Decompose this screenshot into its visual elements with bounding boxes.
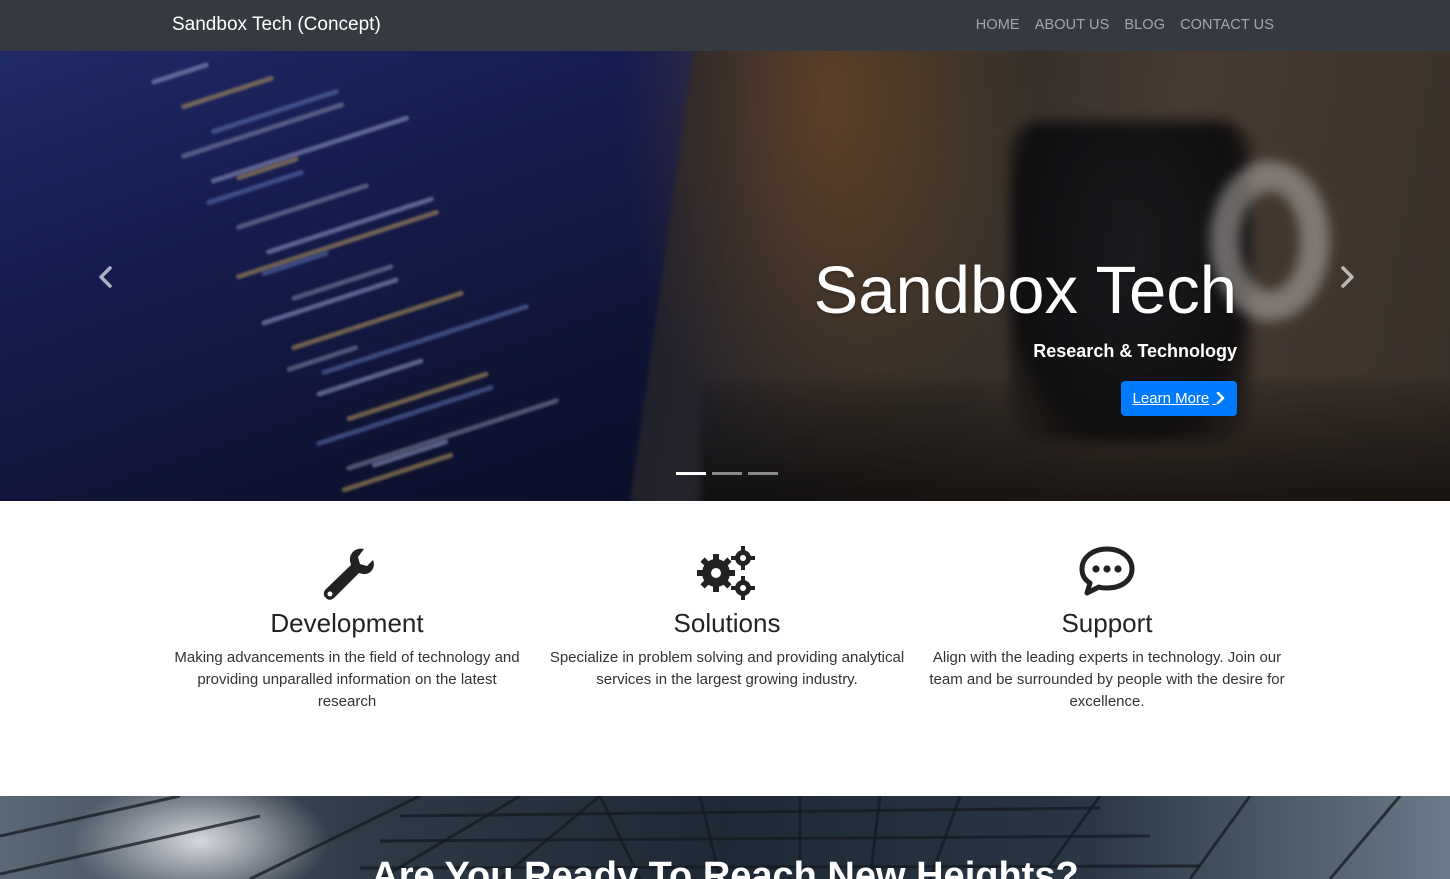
nav-link-home[interactable]: HOME xyxy=(976,16,1020,34)
learn-more-label: Learn More xyxy=(1132,390,1210,407)
carousel-indicator-1[interactable] xyxy=(676,472,706,475)
carousel-indicators xyxy=(676,472,778,475)
cta-section: Are You Ready To Reach New Heights? xyxy=(0,796,1450,879)
nav-link-about-us[interactable]: ABOUT US xyxy=(1035,16,1110,34)
feature-title: Support xyxy=(1061,608,1153,638)
feature-description: Making advancements in the field of tech… xyxy=(174,649,520,710)
hero-carousel: Sandbox Tech Research & Technology Learn… xyxy=(0,51,1450,501)
hero-subtitle: Research & Technology xyxy=(1033,341,1237,361)
nav-link-contact-us[interactable]: CONTACT US xyxy=(1180,16,1274,34)
carousel-indicator-2[interactable] xyxy=(712,472,742,475)
nav-links: HOME ABOUT US BLOG CONTACT US xyxy=(976,16,1274,34)
carousel-next-button[interactable] xyxy=(1335,265,1359,289)
brand-link[interactable]: Sandbox Tech (Concept) xyxy=(172,13,381,37)
chevron-right-icon xyxy=(1212,390,1225,407)
chevron-right-icon xyxy=(1341,266,1354,288)
feature-description: Align with the leading experts in techno… xyxy=(929,649,1285,710)
navbar: Sandbox Tech (Concept) HOME ABOUT US BLO… xyxy=(0,0,1450,51)
carousel-prev-button[interactable] xyxy=(94,265,118,289)
learn-more-button[interactable]: Learn More xyxy=(1121,381,1237,416)
feature-title: Solutions xyxy=(673,608,781,638)
wrench-icon xyxy=(320,545,374,606)
chevron-left-icon xyxy=(99,266,112,288)
features-section: Development Making advancements in the f… xyxy=(162,501,1292,796)
carousel-indicator-3[interactable] xyxy=(748,472,778,475)
feature-title: Development xyxy=(270,608,424,638)
nav-link-blog[interactable]: BLOG xyxy=(1124,16,1165,34)
gears-icon xyxy=(696,545,758,606)
feature-description: Specialize in problem solving and provid… xyxy=(549,649,905,688)
hero-title: Sandbox Tech xyxy=(813,253,1237,328)
cta-title: Are You Ready To Reach New Heights? xyxy=(371,855,1079,879)
comment-dots-icon xyxy=(1078,545,1136,602)
